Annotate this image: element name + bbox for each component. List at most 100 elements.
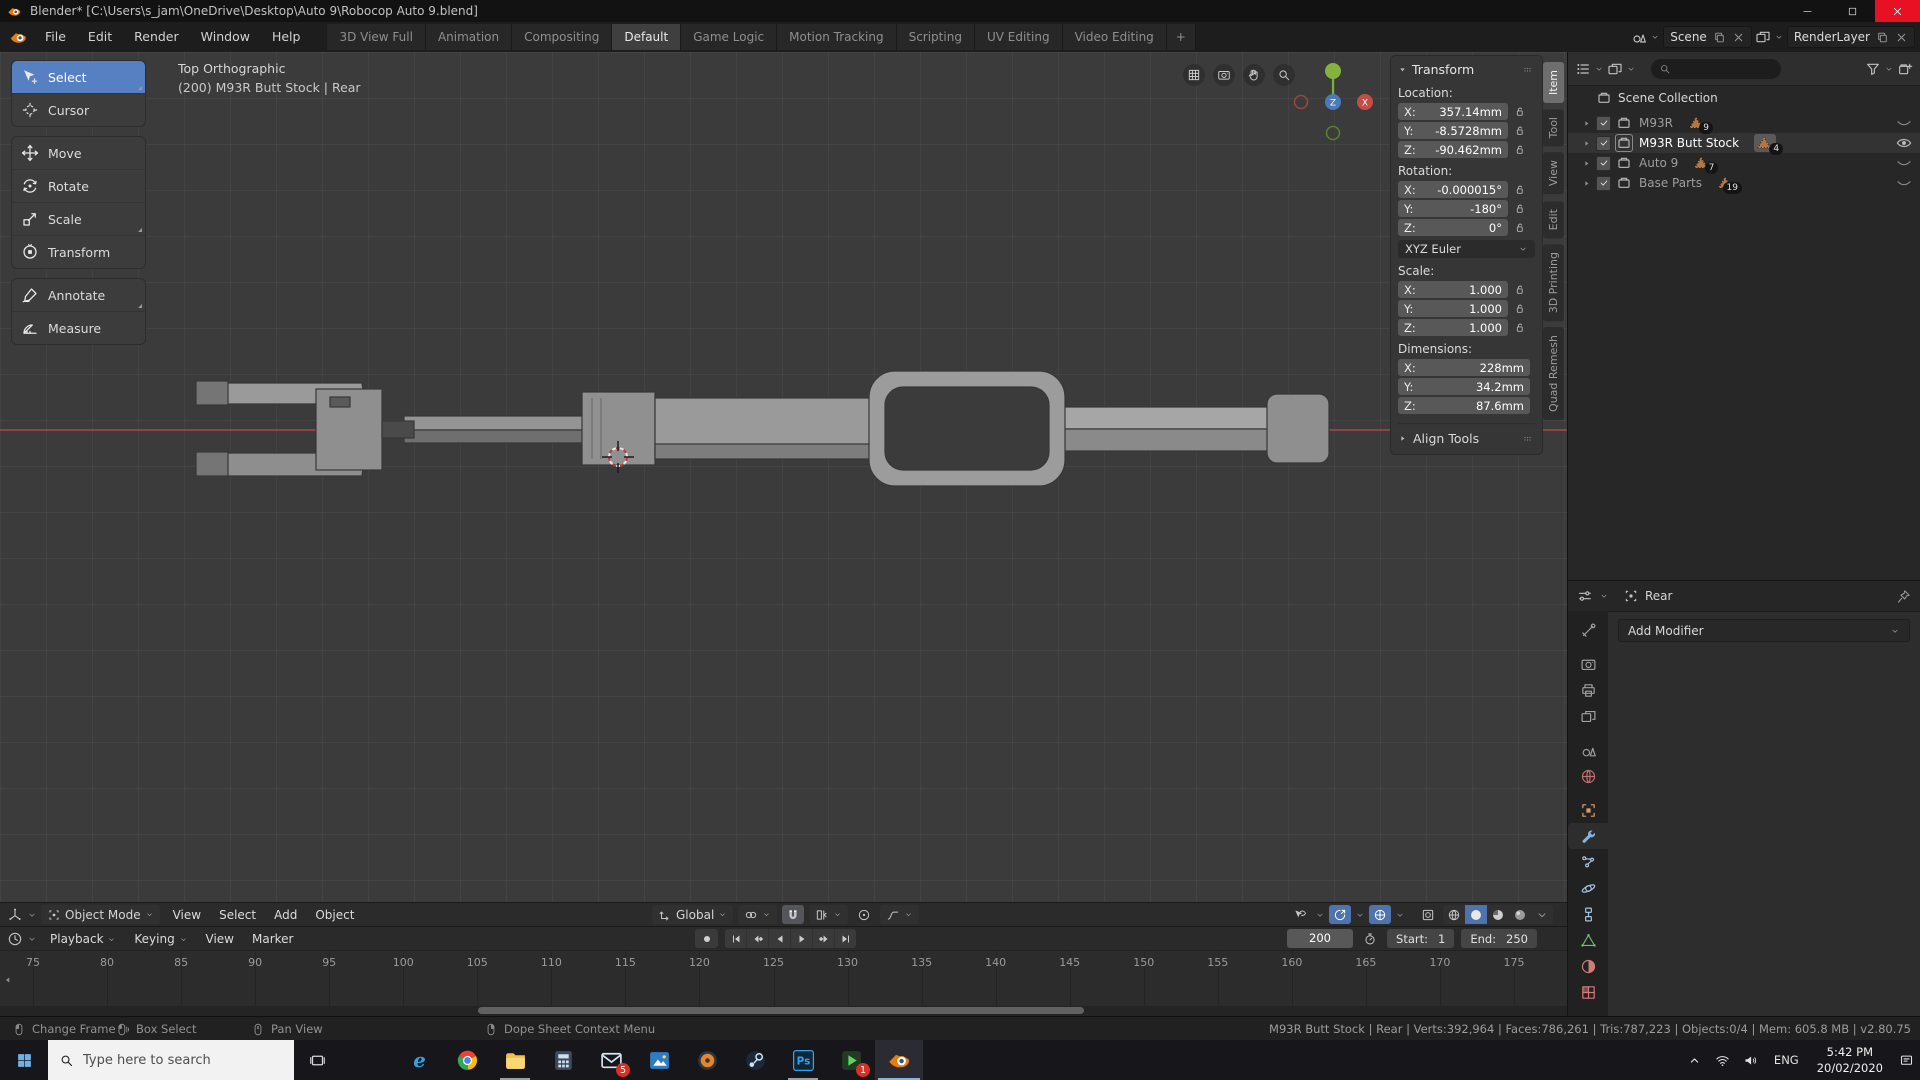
timeline-ruler[interactable]: 75 80 85 90 95 100 105 110 115 120 125 130 135 140 145… bbox=[0, 950, 1567, 1017]
clear-icon[interactable] bbox=[1895, 31, 1908, 44]
lock-icon[interactable] bbox=[1513, 105, 1526, 118]
current-frame-field[interactable]: 200 bbox=[1287, 929, 1354, 948]
eye-closed-icon[interactable] bbox=[1896, 175, 1912, 191]
axis-value-field[interactable]: Y: -180° bbox=[1398, 200, 1508, 217]
visibility-dropdown[interactable] bbox=[1289, 905, 1311, 924]
eye-closed-icon[interactable] bbox=[1896, 155, 1912, 171]
eye-closed-icon[interactable] bbox=[1896, 115, 1912, 131]
viewport-menu-view[interactable]: View bbox=[164, 908, 210, 922]
properties-tab-object-data[interactable] bbox=[1568, 927, 1608, 953]
sidebar-tab-3d-printing[interactable]: 3D Printing bbox=[1543, 243, 1564, 322]
taskbar-app-edge[interactable]: e bbox=[395, 1040, 443, 1080]
lock-icon[interactable] bbox=[1513, 202, 1526, 215]
jump-to-end-button[interactable] bbox=[835, 929, 856, 948]
volume-button[interactable] bbox=[1737, 1040, 1765, 1080]
tool-annotate[interactable]: Annotate bbox=[12, 279, 145, 311]
chevron-down-icon[interactable] bbox=[1594, 64, 1604, 74]
start-button[interactable] bbox=[0, 1040, 48, 1080]
jump-to-start-button[interactable] bbox=[725, 929, 747, 948]
lock-icon[interactable] bbox=[1513, 321, 1526, 334]
xray-toggle-button[interactable] bbox=[1417, 905, 1439, 924]
falloff-dropdown[interactable] bbox=[880, 905, 920, 924]
properties-tab-material[interactable] bbox=[1568, 953, 1608, 979]
properties-tab-particles[interactable] bbox=[1568, 849, 1608, 875]
taskbar-app-photoshop[interactable]: Ps bbox=[779, 1040, 827, 1080]
expand-icon[interactable] bbox=[1582, 119, 1591, 128]
collection-icon[interactable] bbox=[1616, 175, 1632, 191]
3d-viewport[interactable]: Select Cursor Move Rotate Scale Transform Anno… bbox=[0, 52, 1567, 902]
axis-value-field[interactable]: X: 228mm bbox=[1398, 359, 1530, 376]
scene-collection-row[interactable]: Scene Collection bbox=[1568, 86, 1920, 110]
new-collection-icon[interactable] bbox=[1897, 61, 1913, 77]
workspace-tab-uv-editing[interactable]: UV Editing bbox=[974, 24, 1063, 50]
menu-render[interactable]: Render bbox=[123, 22, 190, 52]
outliner-row-m93r-butt-stock[interactable]: M93R Butt Stock 4 bbox=[1568, 133, 1920, 155]
menu-file[interactable]: File bbox=[34, 22, 77, 52]
taskbar-app-media-player[interactable] bbox=[683, 1040, 731, 1080]
lock-icon[interactable] bbox=[1513, 143, 1526, 156]
minimize-button[interactable] bbox=[1785, 0, 1830, 22]
menu-window[interactable]: Window bbox=[190, 22, 261, 52]
chevron-down-icon[interactable] bbox=[27, 910, 37, 920]
timeline-menu-playback[interactable]: Playback bbox=[41, 932, 125, 946]
taskbar-app-steam[interactable] bbox=[731, 1040, 779, 1080]
workspace-tab-game-logic[interactable]: Game Logic bbox=[681, 24, 778, 50]
chevron-down-icon[interactable] bbox=[1626, 64, 1636, 74]
pivot-dropdown[interactable] bbox=[738, 905, 778, 924]
workspace-tab-scripting[interactable]: Scripting bbox=[896, 24, 975, 50]
navigation-gizmo[interactable]: X Z bbox=[1288, 57, 1378, 147]
checkbox[interactable] bbox=[1596, 175, 1611, 191]
axis-value-field[interactable]: Z: 87.6mm bbox=[1398, 397, 1530, 414]
taskbar-search-input[interactable]: Type here to search bbox=[48, 1040, 294, 1080]
axis-value-field[interactable]: X: 357.14mm bbox=[1398, 103, 1508, 120]
sidebar-tab-item[interactable]: Item bbox=[1543, 62, 1564, 104]
shading-options-button[interactable] bbox=[1531, 905, 1553, 924]
properties-tab-tool[interactable] bbox=[1568, 617, 1608, 643]
tool-cursor[interactable]: Cursor bbox=[12, 93, 145, 126]
sidebar-tab-tool[interactable]: Tool bbox=[1543, 109, 1564, 147]
render-layer-selector[interactable]: RenderLayer bbox=[1786, 26, 1915, 48]
sidebar-tab-edit[interactable]: Edit bbox=[1543, 200, 1564, 238]
chevron-down-icon[interactable] bbox=[1774, 32, 1784, 42]
outliner-row-m93r[interactable]: M93R 9 bbox=[1568, 113, 1920, 134]
checkbox[interactable] bbox=[1596, 155, 1611, 171]
expand-icon[interactable] bbox=[1582, 159, 1591, 168]
lock-icon[interactable] bbox=[1513, 302, 1526, 315]
taskbar-app-mail[interactable]: 5 bbox=[587, 1040, 635, 1080]
axis-value-field[interactable]: X: 1.000 bbox=[1398, 281, 1508, 298]
prev-keyframe-button[interactable] bbox=[747, 929, 769, 948]
properties-tab-object[interactable] bbox=[1568, 797, 1608, 823]
hidden-icons-button[interactable] bbox=[1681, 1040, 1709, 1080]
network-button[interactable] bbox=[1709, 1040, 1737, 1080]
breadcrumb[interactable]: Rear bbox=[1623, 588, 1672, 604]
orientation-dropdown[interactable]: Global bbox=[652, 905, 734, 924]
gizmos-toggle-button[interactable] bbox=[1329, 905, 1351, 924]
grid-toggle-button[interactable] bbox=[1183, 64, 1205, 86]
taskbar-app-file-explorer[interactable] bbox=[491, 1040, 539, 1080]
properties-tab-world[interactable] bbox=[1568, 763, 1608, 789]
properties-tab-texture[interactable] bbox=[1568, 979, 1608, 1005]
tool-measure[interactable]: Measure bbox=[12, 311, 145, 344]
shading-rendered-button[interactable] bbox=[1509, 905, 1531, 924]
viewport-menu-add[interactable]: Add bbox=[265, 908, 306, 922]
align-tools-panel[interactable]: Align Tools bbox=[1398, 423, 1535, 446]
pin-icon[interactable] bbox=[1896, 589, 1911, 604]
menu-edit[interactable]: Edit bbox=[77, 22, 123, 52]
eye-open-icon[interactable] bbox=[1896, 135, 1912, 151]
language-indicator[interactable]: ENG bbox=[1765, 1053, 1808, 1067]
editor-type-icon[interactable] bbox=[7, 907, 23, 923]
filter-icon[interactable] bbox=[1865, 61, 1881, 77]
timeline-editor-icon[interactable] bbox=[7, 931, 23, 947]
timeline-menu-marker[interactable]: Marker bbox=[243, 932, 302, 946]
chevron-down-icon[interactable] bbox=[1884, 64, 1894, 74]
clear-icon[interactable] bbox=[1732, 31, 1745, 44]
close-button[interactable] bbox=[1875, 0, 1920, 22]
proportional-edit-button[interactable] bbox=[853, 905, 875, 924]
workspace-tab-compositing[interactable]: Compositing bbox=[512, 24, 613, 50]
blender-menu-logo-icon[interactable] bbox=[9, 28, 28, 47]
copy-icon[interactable] bbox=[1876, 31, 1889, 44]
workspace-tab-default[interactable]: Default bbox=[612, 24, 682, 50]
end-frame-field[interactable]: End: 250 bbox=[1461, 929, 1537, 948]
checkbox[interactable] bbox=[1596, 115, 1611, 131]
viewport-menu-object[interactable]: Object bbox=[306, 908, 363, 922]
